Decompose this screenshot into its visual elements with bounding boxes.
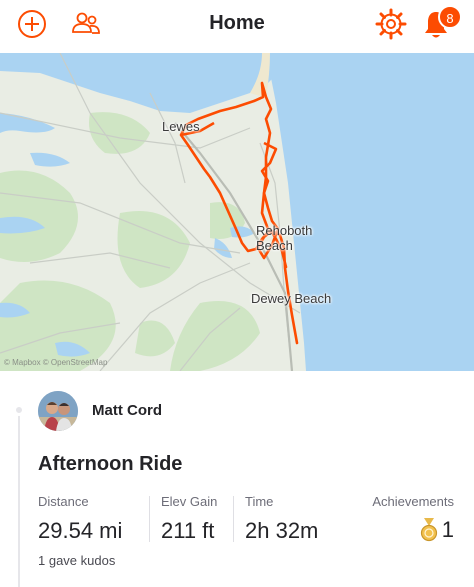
activity-card[interactable]: Matt Cord Afternoon Ride Distance 29.54 … [0, 372, 474, 587]
stat-label: Time [245, 494, 274, 509]
place-label-dewey: Dewey Beach [251, 291, 332, 306]
stat-elev-gain: Elev Gain 211 ft [161, 494, 217, 544]
notifications-button[interactable]: 8 [418, 5, 468, 45]
stat-distance: Distance 29.54 mi [38, 494, 122, 544]
notification-badge: 8 [438, 5, 462, 29]
avatar[interactable] [38, 391, 78, 431]
stat-achievements: Achievements 1 [372, 494, 454, 543]
stat-time: Time 2h 32m [245, 494, 318, 544]
stat-divider [233, 496, 234, 542]
gear-icon[interactable] [374, 7, 408, 41]
athlete-name[interactable]: Matt Cord [92, 402, 162, 419]
kudos-count[interactable]: 1 gave kudos [38, 553, 115, 568]
stat-divider [149, 496, 150, 542]
map-canvas [0, 53, 474, 371]
stat-label: Elev Gain [161, 494, 218, 509]
stat-label: Distance [38, 494, 89, 509]
stat-value: 2h 32m [245, 518, 319, 543]
activity-title[interactable]: Afternoon Ride [38, 453, 182, 476]
map-attribution[interactable]: © Mapbox © OpenStreetMap [4, 358, 107, 367]
top-bar: Home 8 [0, 0, 474, 52]
timeline-line [18, 408, 20, 587]
medal-icon [420, 518, 437, 542]
route-map[interactable]: Lewes Rehoboth Beach Dewey Beach © Mapbo… [0, 53, 474, 371]
timeline-dot [13, 404, 25, 416]
stat-label: Achievements [372, 494, 454, 509]
place-label-lewes: Lewes [162, 119, 200, 134]
place-label-rehoboth: Rehoboth Beach [256, 223, 313, 253]
stat-value: 211 ft [161, 518, 215, 543]
stat-value: 29.54 mi [38, 518, 123, 543]
stat-value: 1 [441, 517, 454, 542]
